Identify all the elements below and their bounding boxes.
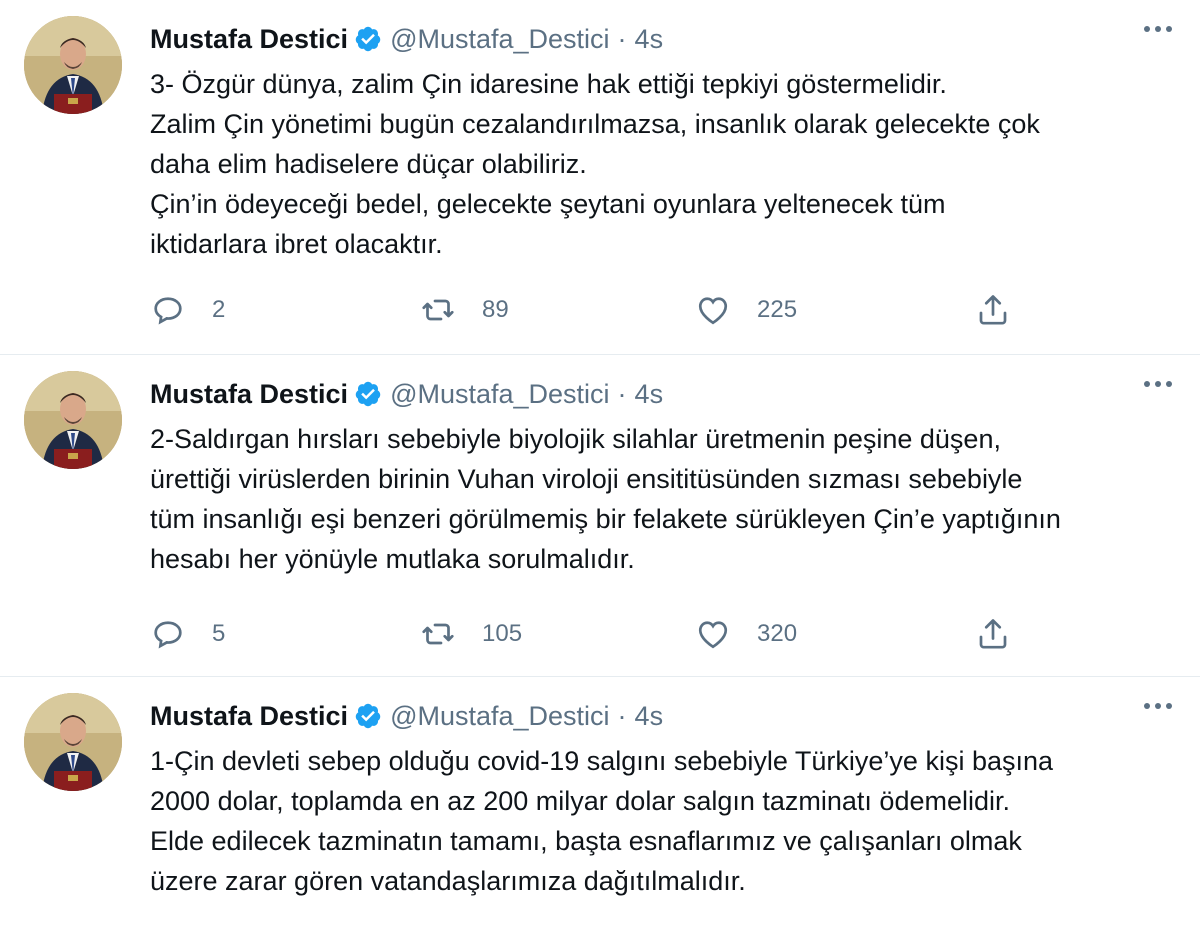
tweet-body: Mustafa Destici @Mustafa_Destici · 4s 1-… <box>150 695 1180 901</box>
verified-badge-icon <box>354 702 382 730</box>
tweet-feed: Mustafa Destici @Mustafa_Destici · 4s 3-… <box>0 0 1200 931</box>
share-button[interactable] <box>975 616 1011 652</box>
tweet-header: Mustafa Destici @Mustafa_Destici · 4s <box>150 18 1180 60</box>
tweet-text-line: 3- Özgür dünya, zalim Çin idaresine hak … <box>150 69 947 99</box>
author-name[interactable]: Mustafa Destici <box>150 379 348 410</box>
avatar[interactable] <box>24 693 122 791</box>
retweet-button[interactable]: 105 <box>420 616 522 652</box>
reply-icon <box>154 297 182 325</box>
reply-button[interactable]: 5 <box>150 616 225 652</box>
retweet-icon <box>422 299 454 321</box>
more-dots-icon[interactable] <box>1144 703 1172 709</box>
tweet-text: 2-Saldırgan hırsları sebebiyle biyolojik… <box>150 419 1180 579</box>
tweet-text-line: 1-Çin devleti sebep olduğu covid-19 salg… <box>150 746 1054 776</box>
author-handle[interactable]: @Mustafa_Destici <box>390 24 609 55</box>
verified-badge-icon <box>354 25 382 53</box>
retweet-icon <box>422 623 454 645</box>
reply-icon <box>154 621 182 649</box>
tweet-text-line: üzere zarar gören vatandaşlarımıza dağıt… <box>150 866 746 896</box>
timestamp[interactable]: 4s <box>635 24 664 55</box>
tweet-text-line: hesabı her yönüyle mutlaka sorulmalıdır. <box>150 544 635 574</box>
verified-badge-icon <box>354 380 382 408</box>
reply-button[interactable]: 2 <box>150 292 225 328</box>
separator-dot: · <box>617 23 627 54</box>
retweet-count: 89 <box>482 296 509 323</box>
share-icon <box>979 619 1007 649</box>
share-button[interactable] <box>975 292 1011 328</box>
tweet-text-line: iktidarlara ibret olacaktır. <box>150 229 443 259</box>
retweet-count: 105 <box>482 620 523 647</box>
share-icon <box>979 295 1007 325</box>
tweet-text-line: Zalim Çin yönetimi bugün cezalandırılmaz… <box>150 109 1040 139</box>
tweet-text-line: daha elim hadiselere düçar olabiliriz. <box>150 149 587 179</box>
more-dots-icon[interactable] <box>1144 381 1172 387</box>
heart-icon <box>698 621 728 649</box>
tweet-header: Mustafa Destici @Mustafa_Destici · 4s <box>150 373 1180 415</box>
tweet-actions: 5 105 320 <box>150 614 1020 654</box>
tweet[interactable]: Mustafa Destici @Mustafa_Destici · 4s 3-… <box>0 0 1200 355</box>
heart-icon <box>698 297 728 325</box>
timestamp[interactable]: 4s <box>635 379 664 410</box>
like-button[interactable]: 320 <box>695 616 797 652</box>
reply-count: 5 <box>212 620 226 647</box>
like-count: 225 <box>757 296 798 323</box>
tweet-header: Mustafa Destici @Mustafa_Destici · 4s <box>150 695 1180 737</box>
tweet-text-line: 2000 dolar, toplamda en az 200 milyar do… <box>150 786 1010 816</box>
tweet-text-line: ürettiği virüslerden birinin Vuhan virol… <box>150 464 1023 494</box>
author-name[interactable]: Mustafa Destici <box>150 24 348 55</box>
author-handle[interactable]: @Mustafa_Destici <box>390 379 609 410</box>
tweet-actions: 2 89 225 <box>150 290 1020 330</box>
tweet-body: Mustafa Destici @Mustafa_Destici · 4s 2-… <box>150 373 1180 579</box>
timestamp[interactable]: 4s <box>635 701 664 732</box>
tweet[interactable]: Mustafa Destici @Mustafa_Destici · 4s 2-… <box>0 355 1200 677</box>
author-handle[interactable]: @Mustafa_Destici <box>390 701 609 732</box>
avatar[interactable] <box>24 16 122 114</box>
more-dots-icon[interactable] <box>1144 26 1172 32</box>
reply-count: 2 <box>212 296 226 323</box>
separator-dot: · <box>617 700 627 731</box>
tweet-text-line: Çin’in ödeyeceği bedel, gelecekte şeytan… <box>150 189 946 219</box>
tweet-text: 3- Özgür dünya, zalim Çin idaresine hak … <box>150 64 1180 264</box>
author-name[interactable]: Mustafa Destici <box>150 701 348 732</box>
like-count: 320 <box>757 620 798 647</box>
tweet[interactable]: Mustafa Destici @Mustafa_Destici · 4s 1-… <box>0 677 1200 931</box>
separator-dot: · <box>617 378 627 409</box>
tweet-body: Mustafa Destici @Mustafa_Destici · 4s 3-… <box>150 18 1180 264</box>
tweet-text-line: 2-Saldırgan hırsları sebebiyle biyolojik… <box>150 424 1001 454</box>
tweet-text-line: tüm insanlığı eşi benzeri görülmemiş bir… <box>150 504 1061 534</box>
like-button[interactable]: 225 <box>695 292 797 328</box>
tweet-text-line: Elde edilecek tazminatın tamamı, başta e… <box>150 826 1022 856</box>
avatar[interactable] <box>24 371 122 469</box>
tweet-text: 1-Çin devleti sebep olduğu covid-19 salg… <box>150 741 1180 901</box>
retweet-button[interactable]: 89 <box>420 292 509 328</box>
